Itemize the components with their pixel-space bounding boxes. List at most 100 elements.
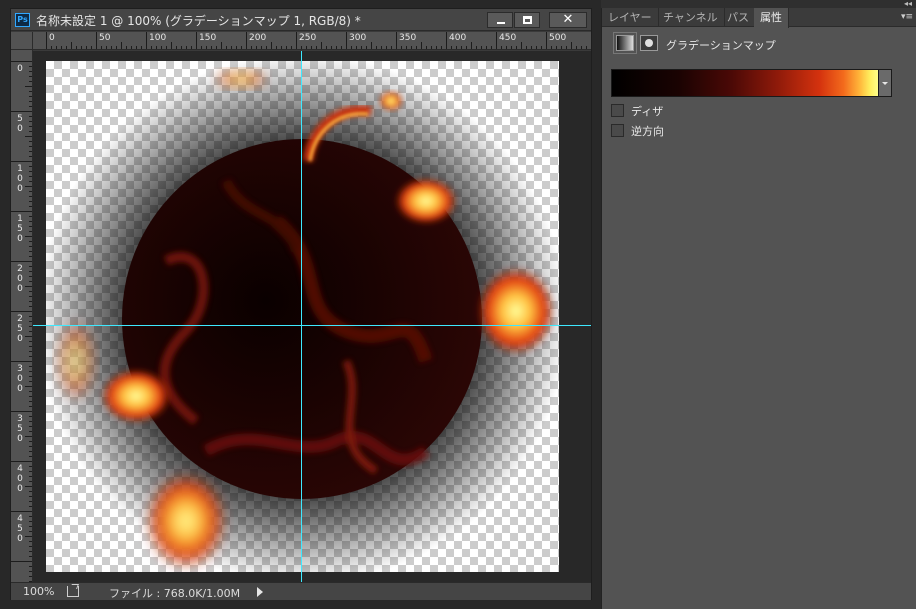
vertical-ruler[interactable]: 0 5 0 1 0 0 1 5 0 2 0 0 2 5 0 3 0 0 3 5 0 4 0 0 4…: [11, 50, 33, 582]
zoom-level[interactable]: 100%: [23, 585, 54, 598]
tab-layers[interactable]: レイヤー: [602, 8, 659, 27]
canvas-area[interactable]: [33, 51, 591, 582]
ruler-tick: [29, 301, 32, 302]
status-bar: 100% ファイル : 768.0K/1.00M: [11, 582, 591, 600]
ruler-tick: [556, 46, 557, 49]
adjustment-title: グラデーションマップ: [666, 39, 776, 52]
horizontal-ruler[interactable]: 0 50 100 150 200 250 300 350 400 450 500: [33, 32, 591, 50]
ruler-tick: [29, 231, 32, 232]
ruler-tick: [29, 546, 32, 547]
ruler-label: 3 5 0: [17, 414, 23, 444]
close-button[interactable]: ✕: [549, 12, 587, 28]
tab-paths[interactable]: パス: [721, 8, 756, 27]
ruler-tick: [29, 91, 32, 92]
ruler-tick: [346, 32, 347, 49]
ruler-label: 300: [349, 33, 367, 43]
ruler-tick: [11, 511, 32, 512]
tab-properties[interactable]: 属性: [754, 8, 789, 28]
ruler-tick: [111, 46, 112, 49]
ruler-tick: [29, 291, 32, 292]
ruler-tick: [386, 46, 387, 49]
ruler-tick: [29, 271, 32, 272]
ruler-tick: [29, 126, 32, 127]
gradient-picker-dropdown[interactable]: [879, 69, 892, 97]
ruler-tick: [29, 131, 32, 132]
ruler-tick: [221, 42, 222, 49]
ruler-tick: [29, 521, 32, 522]
reverse-checkbox[interactable]: [611, 124, 624, 137]
ruler-tick: [51, 46, 52, 49]
collapse-panels-icon[interactable]: ◂◂: [904, 0, 912, 8]
ruler-tick: [296, 32, 297, 49]
ruler-origin[interactable]: [11, 32, 33, 50]
minimize-button[interactable]: [487, 12, 513, 28]
panel-menu-icon[interactable]: ▾≡: [901, 12, 913, 22]
status-menu-arrow-icon[interactable]: [257, 587, 263, 597]
ruler-tick: [25, 436, 32, 437]
ruler-tick: [29, 406, 32, 407]
document-title-bar[interactable]: Ps 名称未設定 1 @ 100% (グラデーションマップ 1, RGB/8) …: [11, 9, 591, 31]
ruler-tick: [29, 431, 32, 432]
ruler-tick: [291, 46, 292, 49]
ruler-tick: [166, 46, 167, 49]
ruler-tick: [301, 46, 302, 49]
ruler-tick: [491, 46, 492, 49]
ruler-tick: [106, 46, 107, 49]
ruler-label: 400: [449, 33, 467, 43]
ruler-tick: [426, 46, 427, 49]
ruler-tick: [126, 46, 127, 49]
ruler-label: 0: [17, 64, 23, 74]
ruler-label: 500: [549, 33, 567, 43]
ruler-tick: [29, 331, 32, 332]
flame-bottom-left: [146, 473, 226, 569]
ruler-tick: [25, 336, 32, 337]
ruler-tick: [451, 46, 452, 49]
ruler-tick: [29, 281, 32, 282]
minimize-icon: [497, 22, 505, 24]
ruler-tick: [341, 46, 342, 49]
flame-left-glow: [56, 321, 96, 401]
gradient-preview-bar[interactable]: [611, 69, 879, 97]
ruler-tick: [191, 46, 192, 49]
dither-checkbox[interactable]: [611, 104, 624, 117]
ruler-tick: [29, 181, 32, 182]
ruler-tick: [11, 261, 32, 262]
flame-upper-right: [394, 177, 458, 225]
ruler-tick: [29, 371, 32, 372]
maximize-button[interactable]: [514, 12, 540, 28]
ruler-tick: [29, 451, 32, 452]
ruler-tick: [29, 221, 32, 222]
ruler-tick: [571, 42, 572, 49]
ruler-tick: [241, 46, 242, 49]
ruler-tick: [481, 46, 482, 49]
ruler-tick: [81, 46, 82, 49]
ruler-label: 50: [99, 33, 111, 43]
ruler-tick: [29, 256, 32, 257]
ruler-tick: [531, 46, 532, 49]
ruler-tick: [29, 106, 32, 107]
ruler-tick: [29, 326, 32, 327]
share-icon[interactable]: [67, 586, 79, 597]
ruler-tick: [11, 361, 32, 362]
dither-label: ディザ: [631, 105, 664, 118]
photoshop-app-icon: Ps: [15, 13, 30, 27]
ruler-tick: [356, 46, 357, 49]
ruler-tick: [29, 501, 32, 502]
ruler-tick: [29, 206, 32, 207]
horizontal-guide[interactable]: [33, 325, 591, 326]
layer-mask-icon[interactable]: [640, 35, 658, 51]
ruler-label: 2 0 0: [17, 264, 23, 294]
artboard-transparent-canvas[interactable]: [46, 61, 559, 572]
gradient-map-adjustment-icon[interactable]: [616, 35, 634, 51]
ruler-tick: [29, 346, 32, 347]
ruler-label: 2 5 0: [17, 314, 23, 344]
ruler-tick: [29, 146, 32, 147]
panel-dock-strip: [601, 0, 916, 8]
ruler-tick: [406, 46, 407, 49]
ruler-tick: [351, 46, 352, 49]
ruler-label: 3 0 0: [17, 364, 23, 394]
ruler-tick: [29, 506, 32, 507]
tab-channels[interactable]: チャンネル: [657, 8, 725, 27]
vertical-guide[interactable]: [301, 51, 302, 582]
ruler-tick: [11, 61, 32, 62]
